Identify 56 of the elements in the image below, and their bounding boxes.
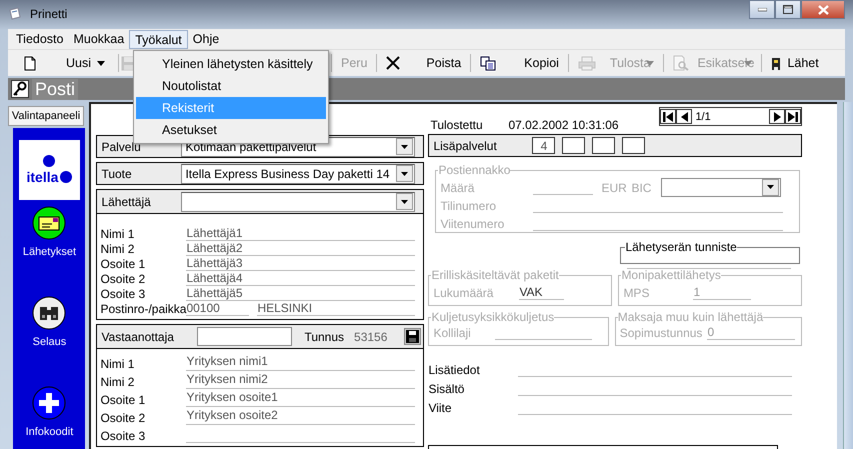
field-value: VAK [519, 285, 564, 300]
field-label: Lukumäärä [433, 286, 494, 300]
field-label: Nimi 2 [100, 242, 136, 256]
field-label: Nimi 1 [100, 357, 136, 371]
field-value: 1 [693, 285, 752, 300]
field-label: Vastaanottaja [100, 330, 175, 344]
record-counter: 1/1 [694, 110, 712, 122]
field-label: Osoite 3 [100, 287, 146, 301]
field-label: Viite [428, 401, 453, 415]
field-value: Yrityksen osoite2 [186, 408, 416, 425]
field-value: HELSINKI [257, 301, 416, 316]
field-value: Yrityksen nimi2 [186, 372, 416, 389]
field-label: Sopimustunnus [620, 326, 702, 340]
field-label: Osoite 1 [100, 257, 146, 271]
field-value: Lähettäjä5 [186, 286, 416, 301]
field-value: 0 [707, 325, 796, 340]
field-value: Yrityksen nimi1 [186, 354, 416, 371]
field-value: 53156 [354, 330, 388, 344]
field-label: EUR [601, 181, 628, 195]
field-label: Tuote [100, 166, 133, 180]
logo: itella [18, 140, 80, 200]
field-label: Postinro-/paikka [100, 302, 186, 316]
section-title: Posti [32, 78, 78, 100]
field-label: Palvelu [100, 140, 142, 154]
window-title: Prinetti [30, 7, 68, 21]
group-title: Erilliskäsiteltävät paketit [431, 268, 559, 282]
field-label: Tunnus [304, 330, 344, 344]
group-title: Postiennakko [438, 163, 510, 177]
field-label: Määrä [440, 181, 476, 195]
field-value: 07.02.2002 10:31:06 [508, 118, 619, 132]
field-label: Sisältö [428, 382, 466, 396]
group-title: Monipakettilähetys [621, 268, 721, 282]
field-label: Tilinumero [440, 199, 498, 213]
field-label: Lisäpalvelut [432, 138, 498, 152]
field-label: Lisätiedot [428, 363, 481, 377]
group-title: Lähetyserän tunniste [625, 240, 737, 254]
field-value: Lähettäjä1 [186, 226, 416, 241]
field-label: Osoite 2 [100, 411, 146, 425]
field-label: BIC [631, 181, 652, 195]
field-value: Yrityksen osoite1 [186, 390, 416, 407]
field-value: 00100 [186, 301, 250, 316]
field-label: Tulostettu [430, 118, 484, 132]
group-title: Maksaja muu kuin lähettäjä [618, 310, 764, 324]
field-value: Lähettäjä2 [186, 241, 416, 256]
field-label: Nimi 2 [100, 375, 136, 389]
field-label: Kollilaji [433, 326, 472, 340]
field-label: Osoite 2 [100, 272, 146, 286]
field-label: Viitenumero [440, 217, 506, 231]
field-label: Osoite 1 [100, 393, 146, 407]
field-label: Lähettäjä [100, 194, 152, 208]
field-value: Lähettäjä4 [186, 271, 416, 286]
field-label: Osoite 3 [100, 429, 146, 443]
field-label: MPS [623, 286, 650, 300]
field-label: Nimi 1 [100, 227, 136, 241]
group-title: Kuljetusyksikkökuljetus [431, 310, 554, 324]
field-value: Lähettäjä3 [186, 256, 416, 271]
